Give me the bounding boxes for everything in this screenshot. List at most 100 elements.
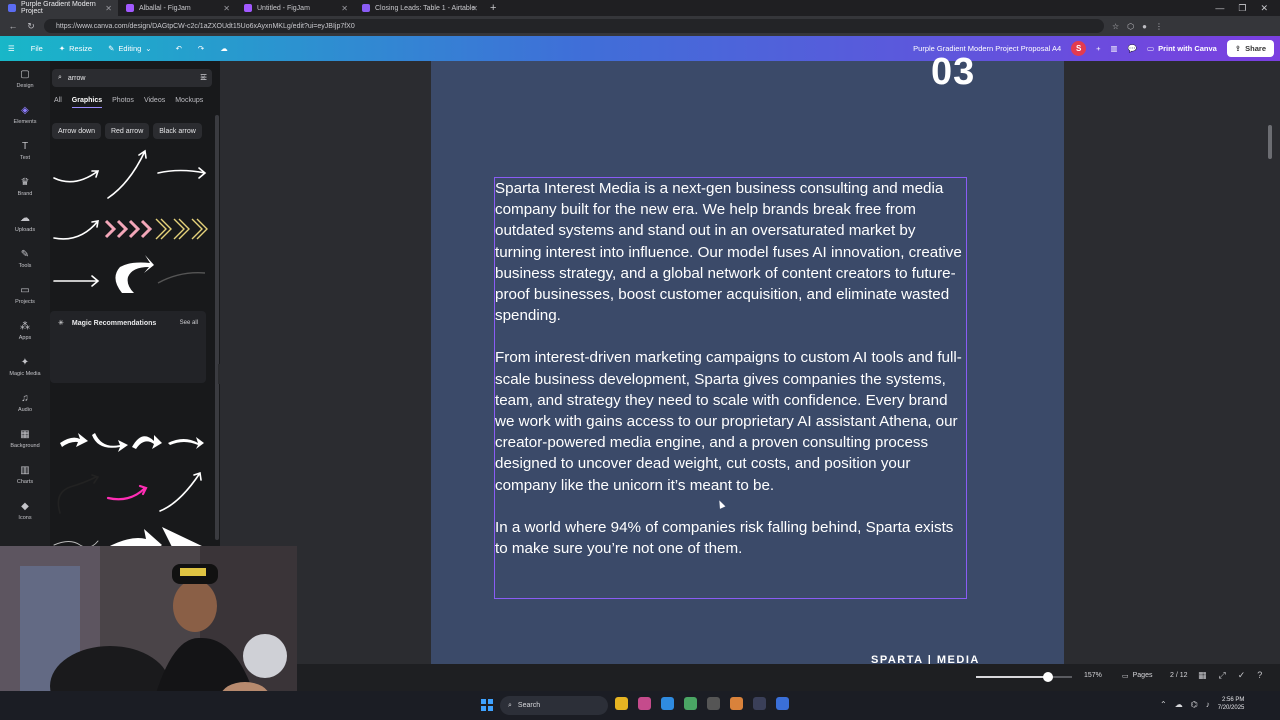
zoom-level[interactable]: 157% — [1084, 672, 1102, 679]
arrow-graphic-9[interactable] — [157, 272, 206, 284]
back-icon[interactable]: ← — [8, 21, 18, 31]
print-with-canva-button[interactable]: ▭ Print with Canva — [1147, 44, 1217, 53]
profile-icon[interactable]: ● — [1142, 22, 1147, 31]
hamburger-menu-icon[interactable]: ☰ — [0, 44, 23, 53]
rail-item-elements[interactable]: ◈ Elements — [0, 97, 50, 133]
arrow-graphic-6[interactable] — [155, 218, 208, 240]
bookmark-star-icon[interactable]: ☆ — [1112, 22, 1119, 31]
arrow-graphic-4[interactable] — [53, 220, 99, 240]
tray-chevron-icon[interactable]: ⌃ — [1160, 700, 1167, 709]
tab-graphics[interactable]: Graphics — [71, 97, 103, 108]
canvas-scrollbar[interactable] — [1268, 125, 1272, 159]
minimize-icon[interactable]: — — [1215, 3, 1224, 14]
arrow-graphic-10[interactable] — [57, 474, 100, 514]
app-icon[interactable] — [638, 697, 651, 710]
browser-tab-figjam-1[interactable]: Alballal - FigJam ✕ — [118, 0, 236, 16]
close-window-icon[interactable]: ✕ — [1260, 3, 1268, 14]
cloud-save-icon[interactable]: ☁ — [212, 44, 236, 53]
arrow-graphic-2[interactable] — [107, 149, 147, 199]
redo-button[interactable]: ↷ — [190, 44, 212, 53]
arrow-graphic-8[interactable] — [115, 255, 154, 293]
close-tab-icon[interactable]: ✕ — [341, 4, 348, 13]
rail-item-icons[interactable]: ◆ Icons — [0, 493, 50, 529]
app-icon[interactable] — [730, 697, 743, 710]
grid-view-icon[interactable]: ▦ — [1198, 670, 1207, 681]
body-paragraph-1[interactable]: Sparta Interest Media is a next-gen busi… — [495, 178, 966, 326]
chip-arrow-down[interactable]: Arrow down — [52, 123, 101, 139]
body-paragraph-3[interactable]: In a world where 94% of companies risk f… — [495, 517, 966, 559]
tab-mockups[interactable]: Mockups — [175, 97, 203, 108]
taskbar-search[interactable]: ⌕ Search — [500, 696, 608, 715]
filter-icon[interactable]: ☰ — [200, 73, 207, 82]
rail-item-tools[interactable]: ✎ Tools — [0, 241, 50, 277]
page-number-heading[interactable]: 03 — [931, 51, 975, 94]
body-paragraph-2[interactable]: From interest-driven marketing campaigns… — [495, 347, 966, 495]
tab-photos[interactable]: Photos — [112, 97, 134, 108]
zoom-slider-knob[interactable] — [1043, 672, 1053, 682]
rail-item-audio[interactable]: ♫ Audio — [0, 385, 50, 421]
arrow-graphic-3[interactable] — [157, 167, 207, 179]
add-collaborator-button[interactable]: + — [1096, 44, 1100, 53]
check-icon[interactable]: ✓ — [1238, 670, 1246, 681]
editing-mode-dropdown[interactable]: ✎ Editing ⌄ — [100, 44, 160, 53]
arrow-graphic-5[interactable] — [104, 219, 153, 239]
arrow-graphic-11[interactable] — [106, 484, 148, 501]
rail-item-background[interactable]: ▦ Background — [0, 421, 50, 457]
share-button[interactable]: ⇪ Share — [1226, 40, 1274, 57]
network-icon[interactable]: ⌬ — [1191, 700, 1198, 709]
arrow-graphic-1[interactable] — [53, 170, 100, 183]
browser-tab-canva[interactable]: Purple Gradient Modern Project ✕ — [0, 0, 118, 16]
edge-icon[interactable] — [661, 697, 674, 710]
search-input[interactable]: ⌕ arrow ✕ — [52, 69, 212, 87]
tab-all[interactable]: All — [54, 97, 62, 108]
fullscreen-icon[interactable]: ⤢ — [1219, 670, 1226, 681]
maximize-icon[interactable]: ❐ — [1238, 3, 1246, 14]
rail-item-design[interactable]: ▢ Design — [0, 61, 50, 97]
browser-tab-figjam-2[interactable]: Untitled - FigJam ✕ — [236, 0, 354, 16]
undo-button[interactable]: ↶ — [168, 44, 190, 53]
rail-item-uploads[interactable]: ☁ Uploads — [0, 205, 50, 241]
see-all-link[interactable]: See all — [180, 320, 198, 326]
system-clock[interactable]: 2:56 PM 7/20/2025 — [1218, 696, 1245, 712]
rail-item-projects[interactable]: ▭ Projects — [0, 277, 50, 313]
selected-text-box[interactable]: Sparta Interest Media is a next-gen busi… — [494, 177, 967, 599]
url-field[interactable]: https://www.canva.com/design/DAGtpCW-c2c… — [44, 19, 1104, 33]
zoom-slider[interactable] — [976, 672, 1072, 682]
chip-black-arrow[interactable]: Black arrow — [153, 123, 202, 139]
close-tab-icon[interactable]: ✕ — [223, 4, 230, 13]
chrome-icon[interactable] — [684, 697, 697, 710]
arrow-graphic-7[interactable] — [53, 275, 100, 287]
rail-item-text[interactable]: T Text — [0, 133, 50, 169]
windows-start-icon[interactable] — [481, 699, 493, 711]
rail-item-magic-media[interactable]: ✦ Magic Media — [0, 349, 50, 385]
cloud-icon[interactable]: ☁ — [1175, 700, 1183, 709]
comments-icon[interactable]: 💬 — [1128, 44, 1137, 53]
rail-item-brand[interactable]: ♛ Brand — [0, 169, 50, 205]
extensions-icon[interactable]: ⬡ — [1127, 22, 1134, 31]
resize-button[interactable]: ✦ Resize — [51, 44, 100, 53]
rail-item-apps[interactable]: ⁂ Apps — [0, 313, 50, 349]
rail-item-charts[interactable]: ▥ Charts — [0, 457, 50, 493]
chip-red-arrow[interactable]: Red arrow — [104, 123, 150, 139]
file-menu[interactable]: File — [23, 44, 51, 53]
close-tab-icon[interactable]: ✕ — [105, 4, 112, 13]
panel-scrollbar[interactable] — [215, 115, 219, 540]
user-avatar[interactable]: S — [1071, 41, 1087, 56]
pages-button[interactable]: ▭ Pages — [1122, 672, 1152, 680]
reload-icon[interactable]: ↻ — [26, 21, 36, 32]
analytics-icon[interactable]: ▥ — [1111, 44, 1118, 53]
tab-videos[interactable]: Videos — [144, 97, 165, 108]
app-icon[interactable] — [707, 697, 720, 710]
close-tab-icon[interactable]: ✕ — [471, 4, 478, 13]
menu-dots-icon[interactable]: ⋮ — [1155, 22, 1163, 31]
volume-icon[interactable]: ♪ — [1206, 700, 1210, 709]
design-page[interactable]: 03 Sparta Interest Media is a next-gen b… — [431, 51, 1064, 666]
new-tab-button[interactable]: + — [484, 2, 502, 14]
app-icon[interactable] — [776, 697, 789, 710]
help-icon[interactable]: ? — [1257, 670, 1262, 681]
magic-arrow-graphics[interactable] — [60, 433, 204, 452]
app-icon[interactable] — [753, 697, 766, 710]
file-explorer-icon[interactable] — [615, 697, 628, 710]
arrow-graphic-12[interactable] — [159, 471, 202, 512]
browser-tab-airtable[interactable]: Closing Leads: Table 1 - Airtable ✕ — [354, 0, 484, 16]
